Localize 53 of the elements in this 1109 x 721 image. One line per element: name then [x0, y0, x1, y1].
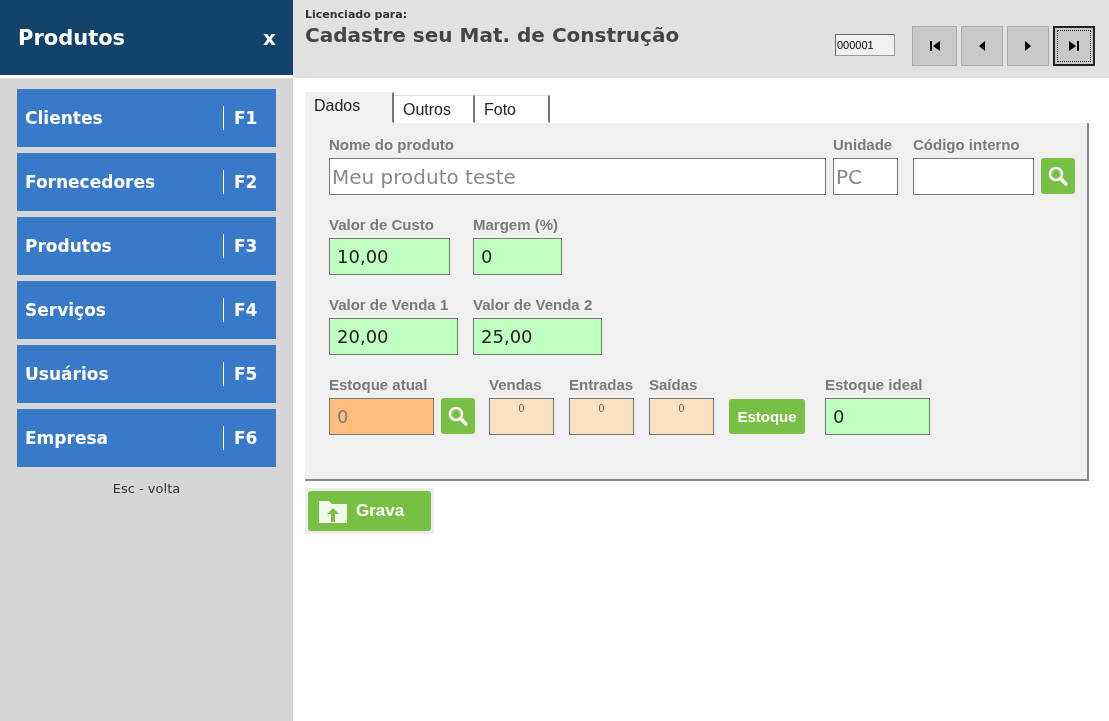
sidebar-title: Produtos — [18, 25, 126, 50]
field-label: Valor de Venda 1 — [329, 296, 449, 315]
hint-text: Esc - volta — [111, 481, 182, 496]
search-icon — [1047, 165, 1069, 187]
field-label: Entradas — [569, 376, 634, 395]
input-field[interactable]: PC — [833, 158, 898, 195]
input-field[interactable]: 0 — [649, 398, 714, 435]
input-field[interactable]: Meu produto teste — [329, 158, 826, 195]
shortcut-key: F5 — [223, 362, 266, 386]
last-record-icon — [1066, 38, 1082, 54]
menu-item[interactable]: Fornecedores F2 — [17, 153, 276, 211]
field-label: Valor de Custo — [329, 216, 435, 235]
license-caption: Licenciado para: — [305, 8, 409, 21]
input-field[interactable] — [913, 158, 1034, 195]
input-field[interactable]: 20,00 — [329, 318, 458, 355]
nav-button[interactable] — [1053, 26, 1095, 66]
record-field[interactable]: 000001 — [835, 34, 895, 56]
input-field[interactable]: 0 — [473, 238, 562, 275]
input-field[interactable]: 0 — [329, 398, 434, 435]
company-title: Cadastre seu Mat. de Construção — [305, 23, 681, 47]
nav-button[interactable] — [912, 26, 957, 66]
shortcut-key: F1 — [223, 106, 266, 130]
field-label: Unidade — [833, 136, 893, 155]
close-button[interactable]: x — [263, 25, 276, 50]
field-label: Vendas — [489, 376, 542, 395]
shortcut-key: F3 — [223, 234, 266, 258]
field-label: Nome do produto — [329, 136, 454, 155]
field-label: Valor de Venda 2 — [473, 296, 593, 315]
input-field[interactable]: 25,00 — [473, 318, 602, 355]
field-label: Estoque atual — [329, 376, 428, 395]
search-button[interactable] — [1041, 158, 1075, 194]
input-field[interactable]: 0 — [825, 398, 930, 435]
tab[interactable]: Dados — [305, 92, 394, 123]
menu-item[interactable]: Empresa F6 — [17, 409, 276, 467]
menu-item[interactable]: Serviços F4 — [17, 281, 276, 339]
menu-item[interactable]: Produtos F3 — [17, 217, 276, 275]
menu-item[interactable]: Usuários F5 — [17, 345, 276, 403]
folder-upload-icon — [318, 498, 348, 524]
field-label: Estoque ideal — [825, 376, 923, 395]
field-label: Margem (%) — [473, 216, 558, 235]
menu-item[interactable]: Clientes F1 — [17, 89, 276, 147]
tab[interactable]: Foto — [475, 95, 550, 123]
search-icon — [447, 405, 469, 427]
field-label: Saídas — [649, 376, 698, 395]
shortcut-key: F4 — [223, 298, 266, 322]
shortcut-key: F6 — [223, 426, 266, 450]
input-field[interactable]: 0 — [569, 398, 634, 435]
search-button[interactable] — [441, 398, 475, 434]
tab[interactable]: Outros — [394, 95, 475, 123]
input-field[interactable]: 10,00 — [329, 238, 450, 275]
field-label: Código interno — [913, 136, 1020, 155]
shortcut-key: F2 — [223, 170, 266, 194]
input-field[interactable]: 0 — [489, 398, 554, 435]
